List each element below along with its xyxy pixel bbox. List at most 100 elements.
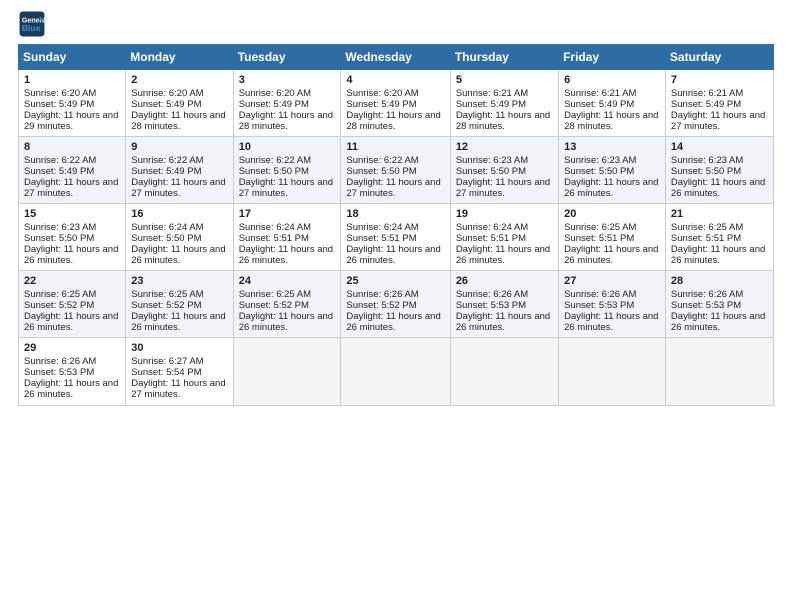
daylight: Daylight: 11 hours and 27 minutes. bbox=[456, 177, 550, 199]
calendar-cell: 21 Sunrise: 6:25 AM Sunset: 5:51 PM Dayl… bbox=[665, 204, 773, 271]
sunrise: Sunrise: 6:26 AM bbox=[456, 289, 528, 300]
day-number: 4 bbox=[346, 74, 444, 86]
header: General Blue bbox=[18, 10, 774, 38]
sunset: Sunset: 5:51 PM bbox=[456, 233, 526, 244]
calendar-cell bbox=[450, 338, 558, 406]
day-header-sunday: Sunday bbox=[19, 45, 126, 70]
sunrise: Sunrise: 6:22 AM bbox=[239, 155, 311, 166]
sunrise: Sunrise: 6:22 AM bbox=[24, 155, 96, 166]
daylight: Daylight: 11 hours and 26 minutes. bbox=[671, 311, 765, 333]
daylight: Daylight: 11 hours and 26 minutes. bbox=[24, 244, 118, 266]
day-number: 28 bbox=[671, 275, 768, 287]
calendar-cell: 3 Sunrise: 6:20 AM Sunset: 5:49 PM Dayli… bbox=[233, 70, 341, 137]
daylight: Daylight: 11 hours and 26 minutes. bbox=[671, 244, 765, 266]
sunrise: Sunrise: 6:21 AM bbox=[456, 88, 528, 99]
sunset: Sunset: 5:51 PM bbox=[346, 233, 416, 244]
sunrise: Sunrise: 6:24 AM bbox=[131, 222, 203, 233]
daylight: Daylight: 11 hours and 27 minutes. bbox=[671, 110, 765, 132]
calendar-cell: 9 Sunrise: 6:22 AM Sunset: 5:49 PM Dayli… bbox=[126, 137, 233, 204]
calendar-cell bbox=[665, 338, 773, 406]
sunset: Sunset: 5:51 PM bbox=[671, 233, 741, 244]
day-number: 30 bbox=[131, 342, 227, 354]
daylight: Daylight: 11 hours and 27 minutes. bbox=[239, 177, 333, 199]
calendar-cell: 4 Sunrise: 6:20 AM Sunset: 5:49 PM Dayli… bbox=[341, 70, 450, 137]
sunset: Sunset: 5:52 PM bbox=[24, 300, 94, 311]
sunrise: Sunrise: 6:27 AM bbox=[131, 356, 203, 367]
sunrise: Sunrise: 6:25 AM bbox=[239, 289, 311, 300]
calendar-cell: 5 Sunrise: 6:21 AM Sunset: 5:49 PM Dayli… bbox=[450, 70, 558, 137]
day-number: 3 bbox=[239, 74, 336, 86]
sunrise: Sunrise: 6:20 AM bbox=[24, 88, 96, 99]
daylight: Daylight: 11 hours and 27 minutes. bbox=[346, 177, 440, 199]
daylight: Daylight: 11 hours and 26 minutes. bbox=[239, 244, 333, 266]
day-number: 9 bbox=[131, 141, 227, 153]
day-header-wednesday: Wednesday bbox=[341, 45, 450, 70]
sunrise: Sunrise: 6:22 AM bbox=[131, 155, 203, 166]
sunset: Sunset: 5:53 PM bbox=[456, 300, 526, 311]
sunrise: Sunrise: 6:20 AM bbox=[131, 88, 203, 99]
day-number: 23 bbox=[131, 275, 227, 287]
daylight: Daylight: 11 hours and 28 minutes. bbox=[131, 110, 225, 132]
day-number: 10 bbox=[239, 141, 336, 153]
daylight: Daylight: 11 hours and 26 minutes. bbox=[671, 177, 765, 199]
calendar-cell bbox=[233, 338, 341, 406]
sunset: Sunset: 5:50 PM bbox=[24, 233, 94, 244]
daylight: Daylight: 11 hours and 26 minutes. bbox=[564, 244, 658, 266]
day-number: 7 bbox=[671, 74, 768, 86]
calendar-cell: 14 Sunrise: 6:23 AM Sunset: 5:50 PM Dayl… bbox=[665, 137, 773, 204]
page: General Blue SundayMondayTuesdayWednesda… bbox=[0, 0, 792, 416]
calendar-cell: 18 Sunrise: 6:24 AM Sunset: 5:51 PM Dayl… bbox=[341, 204, 450, 271]
daylight: Daylight: 11 hours and 29 minutes. bbox=[24, 110, 118, 132]
day-number: 20 bbox=[564, 208, 660, 220]
sunrise: Sunrise: 6:24 AM bbox=[456, 222, 528, 233]
sunset: Sunset: 5:49 PM bbox=[346, 99, 416, 110]
calendar-cell: 12 Sunrise: 6:23 AM Sunset: 5:50 PM Dayl… bbox=[450, 137, 558, 204]
daylight: Daylight: 11 hours and 26 minutes. bbox=[346, 311, 440, 333]
sunrise: Sunrise: 6:25 AM bbox=[24, 289, 96, 300]
svg-text:Blue: Blue bbox=[22, 23, 41, 33]
calendar-cell: 13 Sunrise: 6:23 AM Sunset: 5:50 PM Dayl… bbox=[559, 137, 666, 204]
daylight: Daylight: 11 hours and 28 minutes. bbox=[564, 110, 658, 132]
day-header-tuesday: Tuesday bbox=[233, 45, 341, 70]
sunrise: Sunrise: 6:23 AM bbox=[671, 155, 743, 166]
calendar-cell: 22 Sunrise: 6:25 AM Sunset: 5:52 PM Dayl… bbox=[19, 271, 126, 338]
daylight: Daylight: 11 hours and 26 minutes. bbox=[456, 244, 550, 266]
sunrise: Sunrise: 6:20 AM bbox=[239, 88, 311, 99]
daylight: Daylight: 11 hours and 26 minutes. bbox=[24, 311, 118, 333]
day-number: 6 bbox=[564, 74, 660, 86]
calendar-cell: 11 Sunrise: 6:22 AM Sunset: 5:50 PM Dayl… bbox=[341, 137, 450, 204]
sunset: Sunset: 5:50 PM bbox=[131, 233, 201, 244]
day-header-monday: Monday bbox=[126, 45, 233, 70]
sunset: Sunset: 5:49 PM bbox=[24, 166, 94, 177]
daylight: Daylight: 11 hours and 27 minutes. bbox=[24, 177, 118, 199]
sunset: Sunset: 5:53 PM bbox=[671, 300, 741, 311]
sunrise: Sunrise: 6:24 AM bbox=[346, 222, 418, 233]
header-row: SundayMondayTuesdayWednesdayThursdayFrid… bbox=[19, 45, 774, 70]
sunrise: Sunrise: 6:26 AM bbox=[564, 289, 636, 300]
day-number: 1 bbox=[24, 74, 120, 86]
sunset: Sunset: 5:52 PM bbox=[131, 300, 201, 311]
calendar-cell bbox=[559, 338, 666, 406]
daylight: Daylight: 11 hours and 26 minutes. bbox=[131, 244, 225, 266]
calendar-cell: 17 Sunrise: 6:24 AM Sunset: 5:51 PM Dayl… bbox=[233, 204, 341, 271]
day-number: 18 bbox=[346, 208, 444, 220]
day-number: 21 bbox=[671, 208, 768, 220]
calendar-cell: 26 Sunrise: 6:26 AM Sunset: 5:53 PM Dayl… bbox=[450, 271, 558, 338]
sunset: Sunset: 5:49 PM bbox=[564, 99, 634, 110]
day-header-friday: Friday bbox=[559, 45, 666, 70]
sunrise: Sunrise: 6:25 AM bbox=[671, 222, 743, 233]
daylight: Daylight: 11 hours and 26 minutes. bbox=[564, 311, 658, 333]
calendar-cell: 25 Sunrise: 6:26 AM Sunset: 5:52 PM Dayl… bbox=[341, 271, 450, 338]
sunset: Sunset: 5:49 PM bbox=[131, 166, 201, 177]
daylight: Daylight: 11 hours and 28 minutes. bbox=[456, 110, 550, 132]
sunset: Sunset: 5:49 PM bbox=[456, 99, 526, 110]
calendar-cell: 19 Sunrise: 6:24 AM Sunset: 5:51 PM Dayl… bbox=[450, 204, 558, 271]
calendar-cell: 6 Sunrise: 6:21 AM Sunset: 5:49 PM Dayli… bbox=[559, 70, 666, 137]
sunset: Sunset: 5:54 PM bbox=[131, 367, 201, 378]
calendar-cell: 2 Sunrise: 6:20 AM Sunset: 5:49 PM Dayli… bbox=[126, 70, 233, 137]
sunset: Sunset: 5:53 PM bbox=[24, 367, 94, 378]
sunset: Sunset: 5:53 PM bbox=[564, 300, 634, 311]
day-header-saturday: Saturday bbox=[665, 45, 773, 70]
daylight: Daylight: 11 hours and 26 minutes. bbox=[24, 378, 118, 400]
daylight: Daylight: 11 hours and 26 minutes. bbox=[131, 311, 225, 333]
